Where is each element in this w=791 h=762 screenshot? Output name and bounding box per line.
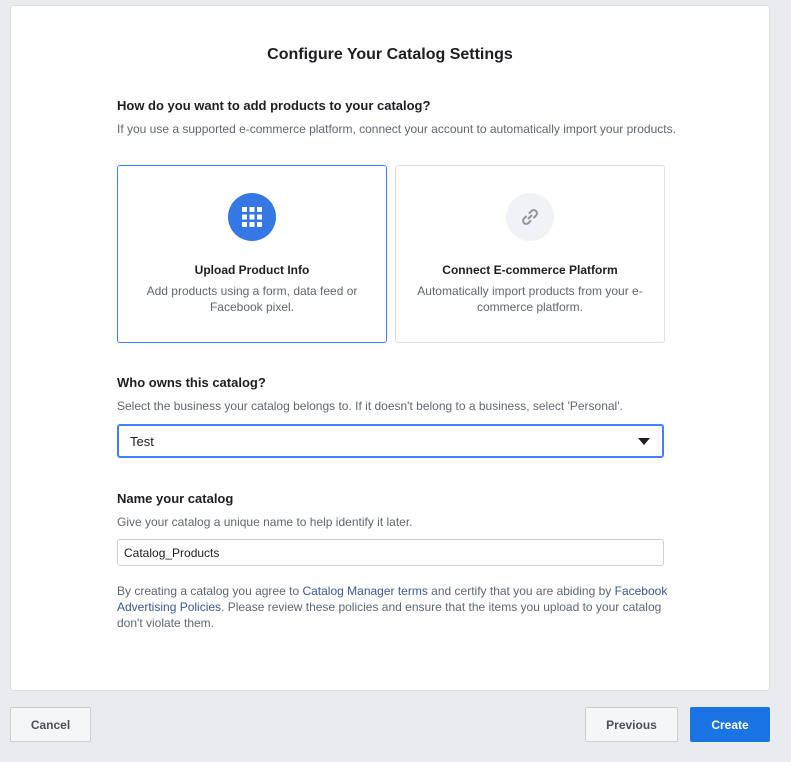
option-upload-product-info[interactable]: Upload Product Info Add products using a… (117, 165, 387, 343)
terms-part: By creating a catalog you agree to (117, 584, 303, 598)
name-heading: Name your catalog (117, 491, 234, 506)
page-title: Configure Your Catalog Settings (267, 46, 513, 63)
catalog-owner-select[interactable]: Test (117, 424, 664, 458)
option-description: Add products using a form, data feed or … (146, 284, 358, 314)
add-products-description: If you use a supported e-commerce platfo… (117, 122, 676, 136)
catalog-name-input[interactable] (117, 539, 664, 566)
catalog-settings-card: Configure Your Catalog Settings How do y… (10, 5, 770, 691)
owner-heading: Who owns this catalog? (117, 375, 266, 390)
cancel-button[interactable]: Cancel (10, 707, 91, 742)
name-description: Give your catalog a unique name to help … (117, 515, 413, 529)
owner-description: Select the business your catalog belongs… (117, 399, 623, 413)
owner-selected-value: Test (130, 434, 154, 449)
create-button[interactable]: Create (690, 707, 770, 742)
previous-button[interactable]: Previous (585, 707, 678, 742)
catalog-manager-terms-link[interactable]: Catalog Manager terms (302, 584, 427, 598)
caret-down-icon (638, 438, 650, 445)
terms-part: and certify that you are abiding by (427, 584, 615, 598)
add-products-heading: How do you want to add products to your … (117, 98, 431, 113)
terms-text: By creating a catalog you agree to Catal… (117, 583, 677, 631)
grid-icon (228, 193, 276, 241)
option-description: Automatically import products from your … (417, 284, 643, 314)
option-title: Upload Product Info (194, 263, 310, 277)
link-icon (506, 193, 554, 241)
option-connect-ecommerce-platform[interactable]: Connect E-commerce Platform Automaticall… (395, 165, 665, 343)
option-title: Connect E-commerce Platform (442, 263, 618, 277)
